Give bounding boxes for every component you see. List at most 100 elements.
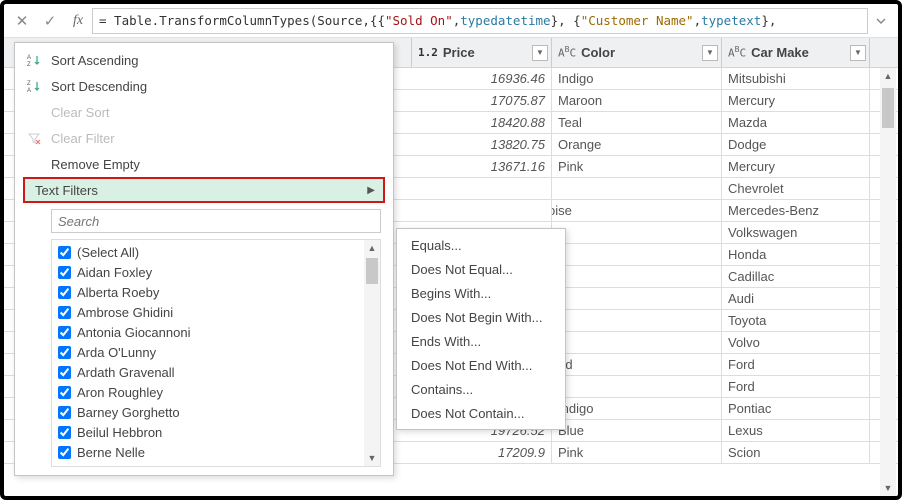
column-header-price[interactable]: 1.2 Price ▼ (412, 38, 552, 67)
cell-color: range (552, 332, 722, 353)
cell-car-make: Scion (722, 442, 870, 463)
filter-dropdown-icon[interactable]: ▼ (532, 45, 548, 61)
sort-descending-item[interactable]: ZA Sort Descending (15, 73, 393, 99)
scroll-up-icon[interactable]: ▲ (880, 68, 896, 84)
text-filter-option[interactable]: Does Not Equal... (397, 257, 565, 281)
filter-value-checkbox[interactable] (58, 426, 71, 439)
cell-color: Pink (552, 442, 722, 463)
sort-ascending-item[interactable]: AZ Sort Ascending (15, 47, 393, 73)
filter-dropdown-icon[interactable]: ▼ (850, 45, 866, 61)
filter-values-list: (Select All)Aidan FoxleyAlberta RoebyAmb… (52, 240, 364, 466)
cell-color: digo (552, 178, 722, 199)
filter-value-item[interactable]: Beilul Hebbron (52, 422, 364, 442)
svg-text:A: A (27, 55, 31, 61)
scroll-down-icon[interactable]: ▼ (364, 450, 380, 466)
text-filter-option[interactable]: Does Not Begin With... (397, 305, 565, 329)
filter-value-checkbox[interactable] (58, 366, 71, 379)
filter-value-item[interactable]: Aron Roughley (52, 382, 364, 402)
cell-color: Blue (552, 420, 722, 441)
cell-car-make: Audi (722, 288, 870, 309)
cell-price: 13671.16 (412, 156, 552, 177)
cell-color: imson (552, 288, 722, 309)
filter-value-item[interactable]: Barney Gorghetto (52, 402, 364, 422)
cell-car-make: Toyota (722, 310, 870, 331)
filter-value-checkbox[interactable] (58, 306, 71, 319)
cell-color: oldenrod (552, 354, 722, 375)
text-filter-option[interactable]: Equals... (397, 233, 565, 257)
cell-car-make: Mercury (722, 90, 870, 111)
table-scrollbar[interactable]: ▲ ▼ (880, 68, 896, 496)
text-filter-option[interactable]: Begins With... (397, 281, 565, 305)
type-text-icon: ABC (728, 45, 746, 60)
cell-color: Teal (552, 112, 722, 133)
cell-color: uce (552, 266, 722, 287)
text-filter-option[interactable]: Contains... (397, 377, 565, 401)
type-text-icon: ABC (558, 45, 576, 60)
cell-price: 16936.46 (412, 68, 552, 89)
cell-color: naki (552, 376, 722, 397)
column-header-car-make[interactable]: ABC Car Make ▼ (722, 38, 870, 67)
filter-value-item[interactable]: Ambrose Ghidini (52, 302, 364, 322)
clear-filter-icon (25, 131, 43, 145)
filter-value-item[interactable]: Berne Nelle (52, 442, 364, 462)
clear-sort-item: Clear Sort (15, 99, 393, 125)
column-header-color[interactable]: ABC Color ▼ (552, 38, 722, 67)
filter-value-checkbox[interactable] (58, 406, 71, 419)
sort-asc-icon: AZ (25, 53, 43, 67)
filter-value-checkbox[interactable] (58, 246, 71, 259)
cell-car-make: Volkswagen (722, 222, 870, 243)
text-filter-option[interactable]: Ends With... (397, 329, 565, 353)
scroll-thumb[interactable] (882, 88, 894, 128)
cell-color: Indigo (552, 68, 722, 89)
text-filters-submenu: Equals...Does Not Equal...Begins With...… (396, 228, 566, 430)
cell-color: Maroon (552, 90, 722, 111)
filter-value-item[interactable]: Arda O'Lunny (52, 342, 364, 362)
text-filter-option[interactable]: Does Not End With... (397, 353, 565, 377)
filter-value-checkbox[interactable] (58, 386, 71, 399)
cell-car-make: Mercedes-Benz (722, 200, 870, 221)
filter-value-checkbox[interactable] (58, 346, 71, 359)
filter-value-item[interactable]: Ardath Gravenall (52, 362, 364, 382)
cell-price: 13820.75 (412, 134, 552, 155)
filter-value-checkbox[interactable] (58, 286, 71, 299)
cell-car-make: Ford (722, 354, 870, 375)
filter-value-item[interactable]: (Select All) (52, 242, 364, 262)
checklist-scrollbar[interactable]: ▲ ▼ (364, 240, 380, 466)
scroll-up-icon[interactable]: ▲ (364, 240, 380, 256)
type-decimal-icon: 1.2 (418, 46, 438, 59)
filter-value-item[interactable]: Aidan Foxley (52, 262, 364, 282)
formula-input[interactable]: = Table.TransformColumnTypes(Source,{{ "… (92, 8, 868, 34)
cell-car-make: Cadillac (722, 266, 870, 287)
column-filter-menu: AZ Sort Ascending ZA Sort Descending Cle… (14, 42, 394, 476)
sort-desc-icon: ZA (25, 79, 43, 93)
cell-color: Orange (552, 134, 722, 155)
filter-search-input[interactable] (51, 209, 381, 233)
filter-value-checkbox[interactable] (58, 326, 71, 339)
filter-value-item[interactable]: Alberta Roeby (52, 282, 364, 302)
cell-car-make: Lexus (722, 420, 870, 441)
cell-color: Indigo (552, 398, 722, 419)
filter-value-item[interactable]: Antonia Giocannoni (52, 322, 364, 342)
scroll-thumb[interactable] (366, 258, 378, 284)
filter-value-checkbox[interactable] (58, 266, 71, 279)
cell-car-make: Mitsubishi (722, 68, 870, 89)
cell-color: Pink (552, 156, 722, 177)
svg-text:Z: Z (27, 62, 31, 67)
scroll-down-icon[interactable]: ▼ (880, 480, 896, 496)
filter-value-checkbox[interactable] (58, 446, 71, 459)
commit-formula-button[interactable]: ✓ (36, 7, 64, 35)
svg-text:A: A (27, 88, 31, 93)
cell-car-make: Mercury (722, 156, 870, 177)
cancel-formula-button[interactable]: ✕ (8, 7, 36, 35)
fx-icon: fx (64, 7, 92, 35)
filter-dropdown-icon[interactable]: ▼ (702, 45, 718, 61)
cell-price (412, 200, 552, 221)
chevron-right-icon: ▶ (367, 185, 375, 196)
expand-formula-button[interactable] (868, 8, 894, 34)
cell-color: range (552, 310, 722, 331)
text-filter-option[interactable]: Does Not Contain... (397, 401, 565, 425)
remove-empty-item[interactable]: Remove Empty (15, 151, 393, 177)
svg-text:Z: Z (27, 81, 31, 87)
cell-car-make: Pontiac (722, 398, 870, 419)
text-filters-item[interactable]: Text Filters ▶ (23, 177, 385, 203)
